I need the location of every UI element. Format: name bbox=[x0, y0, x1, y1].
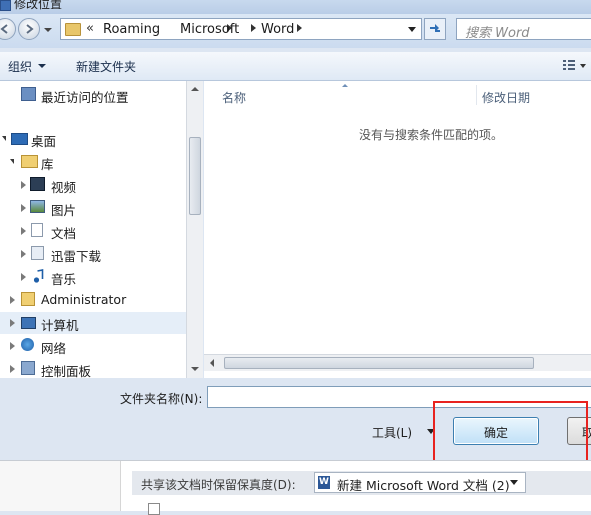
breadcrumb-separator-icon[interactable] bbox=[297, 24, 302, 32]
file-list-scrollbar[interactable] bbox=[204, 354, 591, 371]
tree-label: 图片 bbox=[51, 203, 77, 218]
collapsed-caret-icon[interactable] bbox=[21, 273, 26, 281]
address-dropdown-icon[interactable] bbox=[408, 27, 416, 32]
collapsed-caret-icon[interactable] bbox=[10, 365, 15, 373]
chevron-down-icon[interactable] bbox=[580, 64, 586, 68]
collapsed-caret-icon[interactable] bbox=[21, 250, 26, 258]
back-button[interactable] bbox=[0, 18, 16, 40]
organize-button[interactable]: 组织 bbox=[8, 58, 32, 75]
window-title: 修改位置 bbox=[14, 0, 63, 11]
scroll-down-icon[interactable] bbox=[191, 367, 199, 371]
column-header-name[interactable]: 名称 bbox=[222, 89, 246, 106]
scroll-left-icon[interactable] bbox=[210, 359, 214, 367]
fidelity-document-select[interactable]: W 新建 Microsoft Word 文档 (2) bbox=[314, 472, 526, 493]
refresh-icon bbox=[430, 24, 440, 32]
tree-label: 音乐 bbox=[51, 272, 77, 287]
command-bar: 组织 新建文件夹 bbox=[0, 52, 591, 81]
expanded-caret-icon[interactable] bbox=[10, 159, 14, 164]
option-checkbox[interactable] bbox=[148, 503, 160, 515]
expanded-caret-icon[interactable] bbox=[2, 136, 6, 141]
recent-places-icon bbox=[21, 87, 36, 101]
breadcrumb-separator-icon[interactable] bbox=[251, 24, 256, 32]
tree-label: 迅雷下载 bbox=[51, 249, 102, 264]
tree-item-libraries[interactable]: 库 bbox=[0, 151, 186, 173]
desktop-icon bbox=[11, 133, 28, 145]
tree-item-music[interactable]: 音乐 bbox=[0, 266, 186, 288]
tree-item-thunder[interactable]: 迅雷下载 bbox=[0, 243, 186, 265]
breadcrumb-microsoft[interactable]: Microsoft bbox=[180, 22, 239, 37]
tree-label: 文档 bbox=[51, 226, 77, 241]
tree-label: 视频 bbox=[51, 180, 77, 195]
collapsed-caret-icon[interactable] bbox=[10, 319, 15, 327]
computer-icon bbox=[21, 317, 36, 329]
word-options-panel: 共享该文档时保留保真度(D): W 新建 Microsoft Word 文档 (… bbox=[0, 460, 591, 515]
column-divider[interactable] bbox=[476, 85, 477, 105]
tree-item-documents[interactable]: 文档 bbox=[0, 220, 186, 242]
navigation-pane: 最近访问的位置 桌面 库 视频 图片 文档 迅雷下载 音乐 Administra bbox=[0, 81, 186, 378]
scrollbar-thumb[interactable] bbox=[189, 137, 201, 215]
word-document-icon: W bbox=[318, 476, 330, 489]
tree-item-computer[interactable]: 计算机 bbox=[0, 312, 186, 334]
tree-item-desktop[interactable]: 桌面 bbox=[0, 128, 186, 150]
tree-label: 桌面 bbox=[31, 134, 57, 149]
navigation-scrollbar[interactable] bbox=[186, 81, 203, 378]
scrollbar-thumb[interactable] bbox=[224, 357, 534, 369]
file-list: 名称 修改日期 没有与搜索条件匹配的项。 bbox=[204, 81, 591, 378]
control-panel-icon bbox=[21, 361, 35, 375]
search-placeholder: 搜索 Word bbox=[465, 26, 530, 41]
network-icon bbox=[21, 338, 34, 351]
recent-pages-dropdown-icon[interactable] bbox=[44, 26, 52, 34]
breadcrumb-overflow[interactable]: « bbox=[86, 21, 94, 36]
breadcrumb-roaming[interactable]: Roaming bbox=[103, 22, 160, 37]
arrow-right-icon bbox=[26, 24, 34, 34]
folder-name-label: 文件夹名称(N): bbox=[120, 392, 203, 406]
options-sidebar bbox=[0, 461, 121, 511]
library-folder-icon bbox=[21, 155, 38, 168]
breadcrumb-word[interactable]: Word bbox=[261, 22, 294, 37]
tree-label: 控制面板 bbox=[41, 364, 92, 378]
music-note-icon bbox=[33, 269, 44, 283]
chevron-down-icon[interactable] bbox=[38, 64, 46, 68]
tree-item-pictures[interactable]: 图片 bbox=[0, 197, 186, 219]
tree-label: 网络 bbox=[41, 341, 67, 356]
tree-item-recent[interactable]: 最近访问的位置 bbox=[0, 84, 186, 106]
collapsed-caret-icon[interactable] bbox=[21, 181, 26, 189]
tree-item-videos[interactable]: 视频 bbox=[0, 174, 186, 196]
tree-item-administrator[interactable]: Administrator bbox=[0, 289, 186, 311]
title-bar: 修改位置 bbox=[0, 0, 591, 14]
tree-item-control-panel[interactable]: 控制面板 bbox=[0, 358, 186, 378]
video-icon bbox=[30, 177, 45, 191]
collapsed-caret-icon[interactable] bbox=[10, 342, 15, 350]
folder-icon bbox=[65, 23, 81, 36]
tree-item-network[interactable]: 网络 bbox=[0, 335, 186, 357]
arrow-left-icon bbox=[0, 24, 8, 34]
sort-ascending-icon bbox=[342, 84, 348, 87]
download-folder-icon bbox=[31, 246, 44, 260]
tree-label: 库 bbox=[41, 157, 54, 172]
refresh-button[interactable] bbox=[424, 18, 446, 40]
chevron-down-icon[interactable] bbox=[510, 480, 518, 485]
document-icon bbox=[31, 223, 43, 237]
column-header-modified[interactable]: 修改日期 bbox=[482, 89, 530, 106]
tree-label: 最近访问的位置 bbox=[41, 90, 129, 105]
app-icon bbox=[0, 0, 11, 11]
search-input[interactable]: 搜索 Word bbox=[456, 18, 591, 41]
collapsed-caret-icon[interactable] bbox=[10, 296, 15, 304]
empty-message: 没有与搜索条件匹配的项。 bbox=[359, 128, 504, 142]
navigation-bar: « Roaming Microsoft Word 搜索 Word bbox=[0, 14, 591, 48]
tree-label: 计算机 bbox=[41, 318, 79, 333]
picture-icon bbox=[30, 200, 45, 213]
scroll-up-icon[interactable] bbox=[191, 87, 199, 91]
fidelity-label: 共享该文档时保留保真度(D): bbox=[141, 478, 296, 492]
new-folder-button[interactable]: 新建文件夹 bbox=[76, 58, 136, 75]
tools-button[interactable]: 工具(L) bbox=[372, 424, 412, 441]
fidelity-selected-value: 新建 Microsoft Word 文档 (2) bbox=[337, 478, 510, 493]
collapsed-caret-icon[interactable] bbox=[21, 227, 26, 235]
address-bar[interactable]: « Roaming Microsoft Word bbox=[60, 18, 422, 40]
forward-button[interactable] bbox=[18, 18, 40, 40]
collapsed-caret-icon[interactable] bbox=[21, 204, 26, 212]
user-folder-icon bbox=[21, 292, 35, 306]
tree-label: Administrator bbox=[41, 292, 127, 307]
view-options-icon[interactable] bbox=[562, 58, 576, 72]
